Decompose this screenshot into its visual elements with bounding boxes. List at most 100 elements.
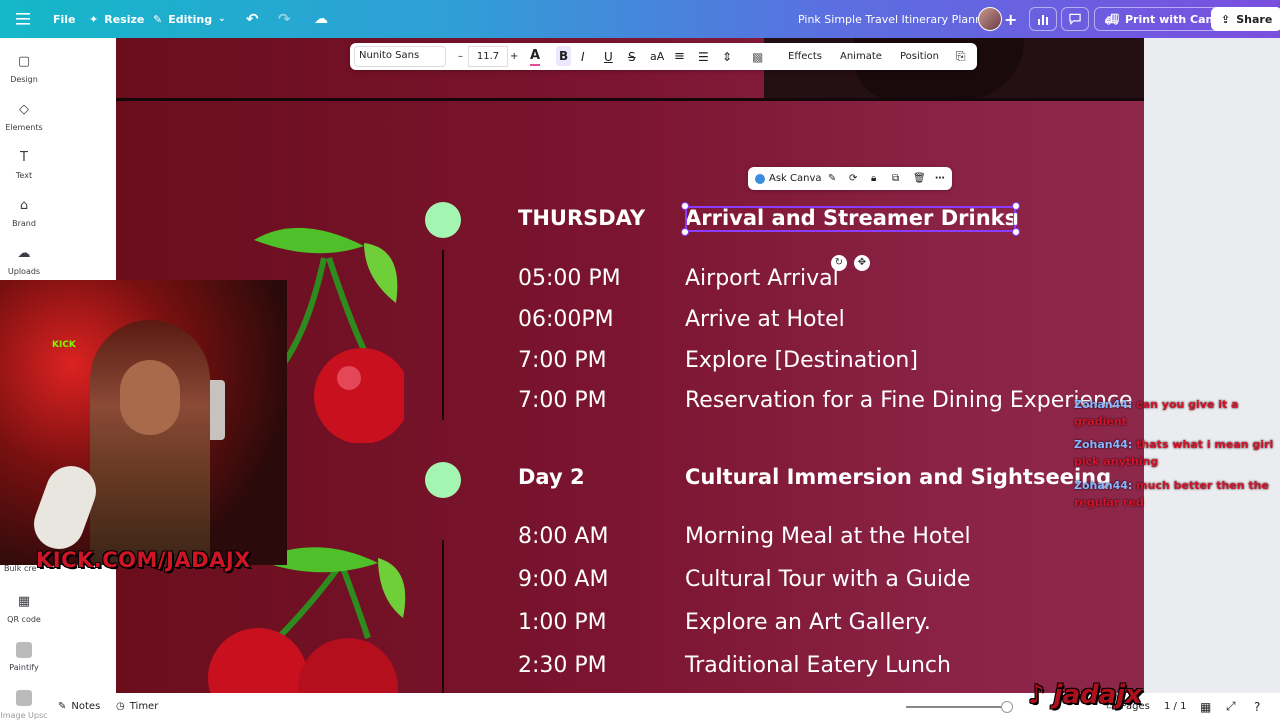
delete-icon[interactable]: 🗑︎: [913, 167, 926, 190]
rotate-icon[interactable]: ↻: [831, 255, 847, 271]
activity-label[interactable]: Traditional Eatery Lunch: [685, 653, 951, 678]
activity-label[interactable]: Reservation for a Fine Dining Experience: [685, 388, 1133, 413]
activity-label[interactable]: Cultural Tour with a Guide: [685, 567, 971, 592]
position-button[interactable]: Position: [900, 43, 939, 70]
image-upscaler-icon: [16, 690, 32, 706]
effects-button[interactable]: Effects: [788, 43, 822, 70]
increase-size-button[interactable]: +: [510, 43, 518, 70]
sidebar-item-elements[interactable]: ◇ Elements: [0, 102, 48, 132]
avatar[interactable]: [978, 0, 1002, 38]
time-label[interactable]: 06:00PM: [518, 307, 614, 332]
time-label[interactable]: 7:00 PM: [518, 388, 607, 413]
comment-icon[interactable]: [1061, 7, 1089, 31]
timeline-line[interactable]: [442, 250, 444, 420]
insights-icon[interactable]: [1029, 7, 1057, 31]
sidebar-item-design[interactable]: ▢ Design: [0, 54, 48, 84]
activity-label[interactable]: Airport Arrival: [685, 266, 839, 291]
timer-label: Timer: [129, 701, 159, 712]
time-label[interactable]: 1:00 PM: [518, 610, 607, 635]
help-icon[interactable]: ?: [1254, 693, 1260, 720]
redo-icon[interactable]: ↷: [278, 0, 291, 38]
sidebar-item-uploads[interactable]: ☁ Uploads: [0, 246, 48, 276]
time-label[interactable]: 9:00 AM: [518, 567, 608, 592]
add-comment-icon[interactable]: ⟳: [849, 167, 857, 190]
ask-canva-button[interactable]: Ask Canva: [755, 167, 822, 190]
fullscreen-icon[interactable]: ⤢: [1226, 693, 1236, 720]
decrease-size-button[interactable]: –: [458, 43, 463, 70]
sidebar-item-brand[interactable]: ⌂ Brand: [0, 198, 48, 228]
webcam-overlay: KICK: [0, 280, 287, 565]
activity-label[interactable]: Explore an Art Gallery.: [685, 610, 931, 635]
more-options-icon[interactable]: ⋯: [935, 167, 945, 190]
activity-label[interactable]: Arrive at Hotel: [685, 307, 845, 332]
list-icon[interactable]: ☰: [698, 43, 709, 70]
truck-icon: 🚚︎: [1105, 12, 1119, 26]
selection-box[interactable]: [685, 206, 1016, 232]
italic-icon[interactable]: I: [581, 43, 585, 70]
chat-message: Zohan44: much better then the regular re…: [1074, 477, 1274, 511]
underline-icon[interactable]: U: [604, 43, 613, 70]
paint-format-icon[interactable]: ⎘: [956, 43, 966, 70]
zoom-slider[interactable]: [906, 701, 1013, 713]
activity-label[interactable]: Explore [Destination]: [685, 348, 918, 373]
font-size-input[interactable]: 11.7: [468, 46, 508, 67]
notes-button[interactable]: ✎ Notes: [58, 693, 100, 720]
file-menu[interactable]: File: [53, 0, 76, 38]
grid-view-icon[interactable]: ▦: [1200, 693, 1211, 720]
document-title[interactable]: Pink Simple Travel Itinerary Planner: [798, 0, 993, 38]
chat-username: Zohan44:: [1074, 398, 1133, 411]
magic-edit-icon[interactable]: ✎: [828, 167, 836, 190]
strikethrough-icon[interactable]: S: [628, 43, 636, 70]
resize-handle[interactable]: [681, 228, 689, 236]
resize-handle[interactable]: [1012, 202, 1020, 210]
notes-icon: ✎: [58, 701, 67, 712]
stream-url-overlay: KICK.COM/JADAJX: [36, 548, 251, 572]
timer-button[interactable]: ◷ Timer: [116, 693, 158, 720]
resize-handle[interactable]: [681, 202, 689, 210]
sidebar-item-label: Brand: [12, 219, 36, 228]
spacing-icon[interactable]: ⇕: [722, 43, 732, 70]
time-label[interactable]: 05:00 PM: [518, 266, 621, 291]
time-label[interactable]: 7:00 PM: [518, 348, 607, 373]
cloud-save-icon[interactable]: ☁: [314, 0, 328, 38]
sidebar-item-label: Paintify: [9, 663, 39, 672]
letter-case-icon[interactable]: aA: [650, 43, 664, 70]
day-title[interactable]: Cultural Immersion and Sightseeing: [685, 465, 1111, 489]
text-color-icon[interactable]: A: [530, 46, 541, 66]
timeline-line[interactable]: [442, 540, 444, 693]
transparency-icon[interactable]: ▩: [752, 43, 763, 70]
sidebar-item-label: QR code: [7, 615, 41, 624]
timeline-dot[interactable]: [425, 202, 461, 238]
animate-button[interactable]: Animate: [840, 43, 882, 70]
sidebar-item-text[interactable]: T Text: [0, 150, 48, 180]
share-button[interactable]: ⇪ Share: [1211, 7, 1280, 31]
bold-icon[interactable]: B: [556, 46, 572, 66]
time-label[interactable]: 2:30 PM: [518, 653, 607, 678]
side-handle[interactable]: [1013, 212, 1018, 226]
editing-mode-button[interactable]: ✎ Editing ⌄: [153, 0, 226, 38]
add-collaborator-icon[interactable]: +: [1004, 0, 1017, 38]
menu-icon[interactable]: [16, 0, 30, 38]
timeline-dot[interactable]: [425, 462, 461, 498]
font-family-select[interactable]: Nunito Sans: [354, 46, 446, 67]
time-label[interactable]: 8:00 AM: [518, 524, 608, 549]
day-heading[interactable]: THURSDAY: [518, 206, 645, 230]
activity-label[interactable]: Morning Meal at the Hotel: [685, 524, 971, 549]
canva-logo-icon: [755, 173, 765, 184]
duplicate-icon[interactable]: ⧉: [892, 167, 899, 190]
zoom-slider-knob[interactable]: [1001, 701, 1013, 713]
sidebar-item-paintify[interactable]: Paintify: [0, 642, 48, 672]
undo-icon[interactable]: ↶: [246, 0, 259, 38]
resize-button[interactable]: ✦ Resize: [89, 0, 144, 38]
divider-line[interactable]: [116, 98, 1212, 101]
sidebar-item-image-upscaler[interactable]: Image Upsc: [0, 690, 48, 720]
lock-icon[interactable]: 🔒︎: [871, 167, 876, 190]
sidebar-item-qr-code[interactable]: ▦ QR code: [0, 594, 48, 624]
resize-handle[interactable]: [1012, 228, 1020, 236]
uploads-icon: ☁: [17, 246, 31, 261]
align-icon[interactable]: ≡: [674, 43, 685, 70]
share-label: Share: [1236, 12, 1273, 26]
day-heading[interactable]: Day 2: [518, 465, 585, 489]
move-icon[interactable]: ✥: [854, 255, 870, 271]
watermark-text: jadajx: [1053, 680, 1142, 710]
